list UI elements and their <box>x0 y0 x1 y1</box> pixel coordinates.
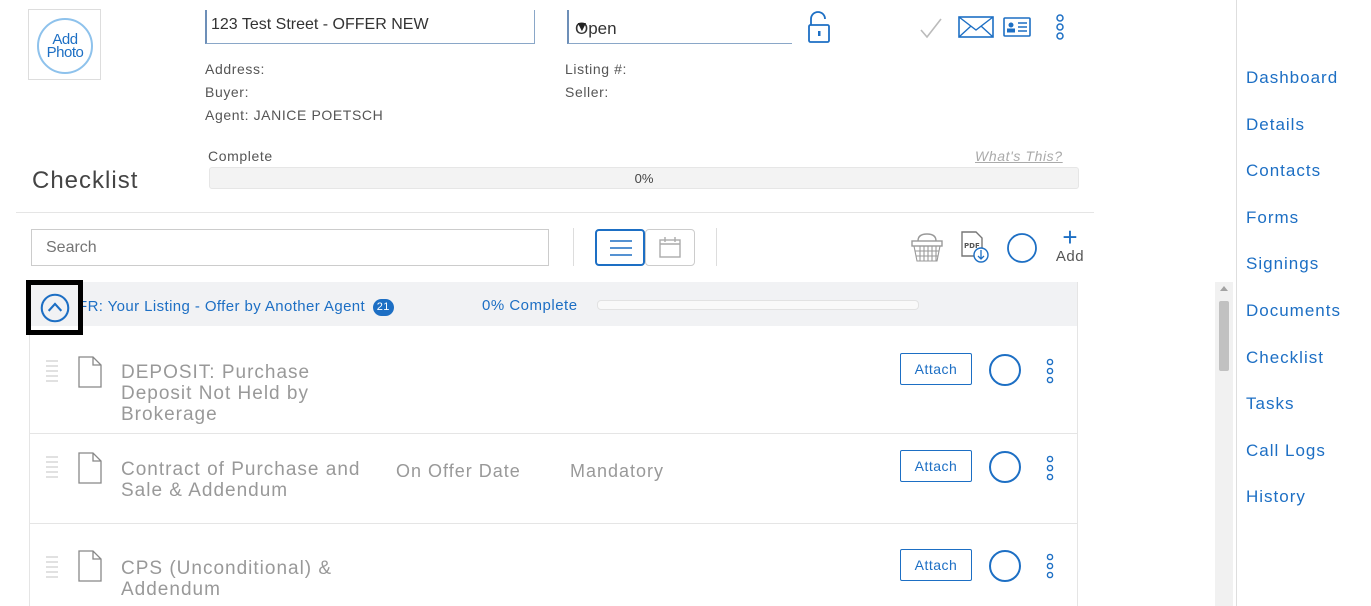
list-scrollbar[interactable] <box>1215 282 1233 606</box>
pdf-download-icon[interactable]: PDF <box>960 231 990 265</box>
plus-icon: + <box>1062 222 1078 252</box>
document-icon <box>78 356 102 388</box>
nav-item-contacts[interactable]: Contacts <box>1246 160 1341 207</box>
add-button[interactable]: + Add <box>1052 222 1088 268</box>
scroll-thumb[interactable] <box>1219 301 1229 371</box>
toolbar-divider <box>716 228 717 266</box>
add-photo-icon[interactable]: Add Photo <box>37 18 93 74</box>
group-title-text: FR: Your Listing - Offer by Another Agen… <box>78 298 366 315</box>
more-vertical-icon[interactable] <box>1045 455 1055 481</box>
overall-progress-text: 0% <box>634 171 654 186</box>
transaction-title-input[interactable]: 123 Test Street - OFFER NEW <box>205 10 535 44</box>
chevron-up-icon[interactable] <box>40 293 70 323</box>
nav-item-history[interactable]: History <box>1246 486 1341 533</box>
search-input[interactable] <box>31 229 549 266</box>
group-count-badge: 21 <box>372 299 394 316</box>
check-icon[interactable] <box>920 12 942 40</box>
nav-item-checklist[interactable]: Checklist <box>1246 347 1341 394</box>
seller-label: Seller: <box>565 84 609 100</box>
collapse-group-highlight[interactable] <box>26 280 83 335</box>
contact-card-icon[interactable] <box>1003 12 1031 40</box>
table-row[interactable]: CPS (Unconditional) & Addendum Attach <box>30 524 1077 606</box>
calendar-icon <box>659 237 681 258</box>
drag-handle-icon[interactable] <box>46 360 58 385</box>
address-label: Address: <box>205 61 266 77</box>
nav-item-details[interactable]: Details <box>1246 114 1341 161</box>
nav-item-forms[interactable]: Forms <box>1246 207 1341 254</box>
mail-icon[interactable] <box>958 12 994 40</box>
unlock-icon[interactable] <box>806 10 832 44</box>
nav-divider <box>1236 0 1237 606</box>
nav-item-signings[interactable]: Signings <box>1246 253 1341 300</box>
more-vertical-icon[interactable] <box>1045 553 1055 579</box>
drag-handle-icon[interactable] <box>46 556 58 581</box>
overall-progress-bar: 0% <box>209 167 1079 189</box>
list-view-button[interactable] <box>595 229 645 266</box>
header-divider <box>16 212 1094 213</box>
basket-icon[interactable] <box>910 230 944 264</box>
agent-label: Agent: JANICE POETSCH <box>205 107 384 123</box>
page-title: Checklist <box>32 167 139 194</box>
table-row[interactable]: Contract of Purchase and Sale & Addendum… <box>30 434 1077 524</box>
document-icon <box>78 452 102 484</box>
status-select[interactable]: Open ▼ <box>567 10 792 44</box>
nav-item-dashboard[interactable]: Dashboard <box>1246 67 1341 114</box>
whats-this-link[interactable]: What's This? <box>975 148 1063 164</box>
row-name: CPS (Unconditional) & Addendum <box>121 558 333 600</box>
checklist-list: FR: Your Listing - Offer by Another Agen… <box>29 282 1078 606</box>
row-name: DEPOSIT: Purchase Deposit Not Held by Br… <box>121 362 311 425</box>
scroll-up-arrow-icon[interactable] <box>1220 286 1228 291</box>
group-title: FR: Your Listing - Offer by Another Agen… <box>78 298 394 316</box>
calendar-view-button[interactable] <box>645 229 695 266</box>
add-photo-label-line2: Photo <box>46 44 84 61</box>
group-progress-bar <box>597 300 919 310</box>
document-icon <box>78 550 102 582</box>
toolbar-divider <box>573 228 574 266</box>
drag-handle-icon[interactable] <box>46 456 58 481</box>
add-photo-tile[interactable]: Add Photo <box>28 9 101 80</box>
complete-toggle-icon[interactable] <box>989 550 1021 582</box>
dropdown-arrow-icon: ▼ <box>575 18 589 34</box>
nav-item-tasks[interactable]: Tasks <box>1246 393 1341 440</box>
listing-number-label: Listing #: <box>565 61 628 77</box>
side-nav: Dashboard Details Contacts Forms Signing… <box>1246 67 1341 533</box>
complete-toggle-icon[interactable] <box>989 451 1021 483</box>
attach-button[interactable]: Attach <box>900 549 972 581</box>
nav-item-call-logs[interactable]: Call Logs <box>1246 440 1341 487</box>
row-requirement: Mandatory <box>570 461 665 481</box>
group-complete-text: 0% Complete <box>482 297 578 314</box>
list-icon <box>610 240 632 256</box>
complete-toggle-icon[interactable] <box>989 354 1021 386</box>
row-name: Contract of Purchase and Sale & Addendum <box>121 459 361 501</box>
attach-button[interactable]: Attach <box>900 450 972 482</box>
select-all-circle-icon[interactable] <box>1005 231 1039 265</box>
row-due-date: On Offer Date <box>396 461 521 481</box>
more-vertical-icon[interactable] <box>1055 14 1065 42</box>
nav-item-documents[interactable]: Documents <box>1246 300 1341 347</box>
attach-button[interactable]: Attach <box>900 353 972 385</box>
add-label: Add <box>1055 248 1085 265</box>
complete-label: Complete <box>208 148 273 164</box>
more-vertical-icon[interactable] <box>1045 358 1055 384</box>
table-row[interactable]: DEPOSIT: Purchase Deposit Not Held by Br… <box>30 326 1077 434</box>
buyer-label: Buyer: <box>205 84 250 100</box>
checklist-group-header[interactable]: FR: Your Listing - Offer by Another Agen… <box>30 282 1077 326</box>
